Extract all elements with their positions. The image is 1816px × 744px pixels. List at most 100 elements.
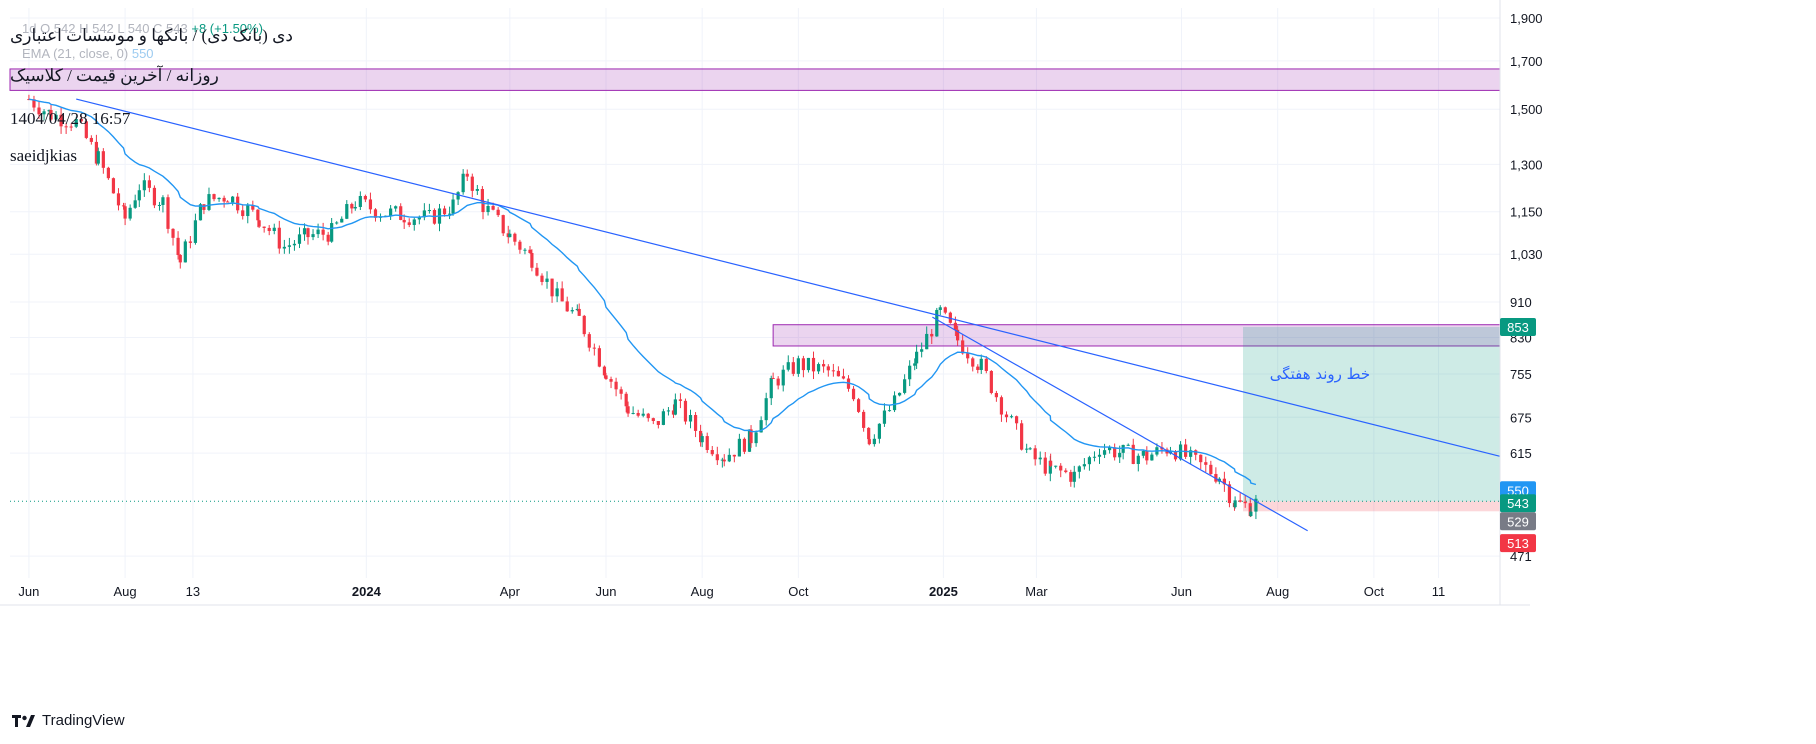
price-chart[interactable]: 1,9001,7001,5001,3001,1501,0309108307556…	[0, 0, 1816, 744]
candle-body	[565, 301, 569, 312]
candle-body	[222, 197, 226, 202]
candle-body	[188, 241, 192, 243]
candle-body	[1014, 416, 1019, 424]
candle-body	[267, 227, 271, 231]
candle-body	[979, 358, 983, 370]
candle-body	[231, 196, 235, 203]
candle-body	[656, 421, 660, 425]
candle-body	[994, 392, 998, 398]
candle-body	[930, 333, 934, 337]
candle-body	[316, 229, 320, 235]
candle-body	[1238, 500, 1242, 502]
candle-body	[619, 389, 623, 394]
candle-body	[961, 340, 965, 354]
candle-body	[1184, 444, 1188, 457]
candle-body	[953, 322, 958, 330]
candle-body	[560, 288, 564, 302]
ema-legend[interactable]: EMA (21, close, 0) 550	[22, 46, 154, 61]
x-tick-label: Apr	[500, 584, 521, 599]
candle-body	[1126, 444, 1130, 446]
x-tick-label: Aug	[691, 584, 714, 599]
candle-body	[935, 309, 939, 337]
candle-body	[1118, 452, 1122, 458]
candle-body	[636, 412, 640, 416]
candle-body	[700, 436, 704, 443]
candle-body	[661, 411, 665, 425]
candle-body	[1049, 460, 1053, 466]
candle-body	[816, 364, 821, 372]
candle-body	[241, 210, 245, 217]
candle-body	[597, 348, 601, 367]
price-badge-label: 529	[1507, 514, 1529, 529]
candle-body	[128, 207, 132, 219]
candle-body	[345, 204, 349, 219]
candle-body	[116, 193, 121, 206]
candle-body	[461, 173, 465, 193]
candle-body	[1209, 464, 1213, 474]
candle-body	[335, 222, 339, 224]
candle-body	[867, 427, 871, 440]
candle-body	[475, 189, 479, 191]
candle-body	[710, 450, 714, 455]
candle-body	[407, 222, 411, 225]
candle-body	[178, 255, 182, 263]
candle-body	[496, 209, 500, 216]
candle-body	[872, 438, 876, 445]
candle-body	[831, 370, 835, 372]
candle-body	[353, 206, 357, 209]
candle-body	[1043, 457, 1047, 474]
candle-body	[925, 333, 929, 350]
candle-body	[614, 381, 618, 390]
candle-body	[528, 249, 532, 254]
candle-body	[722, 459, 726, 462]
candle-body	[867, 439, 871, 445]
candle-body	[791, 362, 795, 374]
candle-body	[183, 241, 187, 263]
candle-body	[851, 388, 856, 400]
candle-body	[609, 379, 613, 382]
candle-body	[287, 245, 291, 247]
candle-body	[592, 347, 596, 349]
y-tick-label: 1,900	[1510, 11, 1543, 26]
candle-body	[340, 218, 344, 223]
candle-body	[806, 357, 811, 371]
candle-body	[892, 395, 897, 411]
candle-body	[442, 208, 447, 215]
x-tick-label: Jun	[1171, 584, 1192, 599]
candle-body	[256, 209, 260, 221]
candle-body	[989, 371, 993, 393]
tradingview-brand[interactable]: TradingView	[12, 712, 125, 729]
price-badge-label: 543	[1507, 496, 1529, 511]
brand-name: TradingView	[42, 712, 125, 729]
candle-body	[297, 234, 302, 244]
candle-body	[915, 351, 919, 364]
candle-body	[1028, 448, 1032, 450]
candle-body	[882, 410, 887, 424]
long-position-tool[interactable]	[10, 326, 1500, 512]
candle-body	[368, 199, 373, 210]
candle-body	[282, 246, 286, 249]
candle-body	[769, 378, 773, 399]
candle-body	[786, 362, 790, 370]
candle-body	[1233, 500, 1237, 508]
candle-body	[897, 392, 902, 396]
y-tick-label: 910	[1510, 295, 1532, 310]
candle-body	[887, 410, 892, 412]
candle-body	[604, 375, 608, 380]
candle-body	[1059, 465, 1063, 471]
candle-body	[943, 307, 947, 313]
candle-body	[96, 151, 100, 164]
candle-body	[913, 363, 917, 366]
candle-body	[821, 364, 826, 367]
candle-body	[363, 195, 367, 200]
candle-body	[545, 278, 549, 282]
candle-body	[903, 379, 907, 393]
candle-body	[89, 137, 93, 142]
candle-body	[486, 206, 490, 213]
ema-legend-value: 550	[131, 46, 154, 61]
x-tick-label: Jun	[596, 584, 617, 599]
candle-body	[1131, 444, 1135, 464]
upper-resistance-zone	[9, 68, 1501, 91]
y-tick-label: 1,300	[1510, 157, 1543, 172]
candle-body	[193, 220, 198, 243]
